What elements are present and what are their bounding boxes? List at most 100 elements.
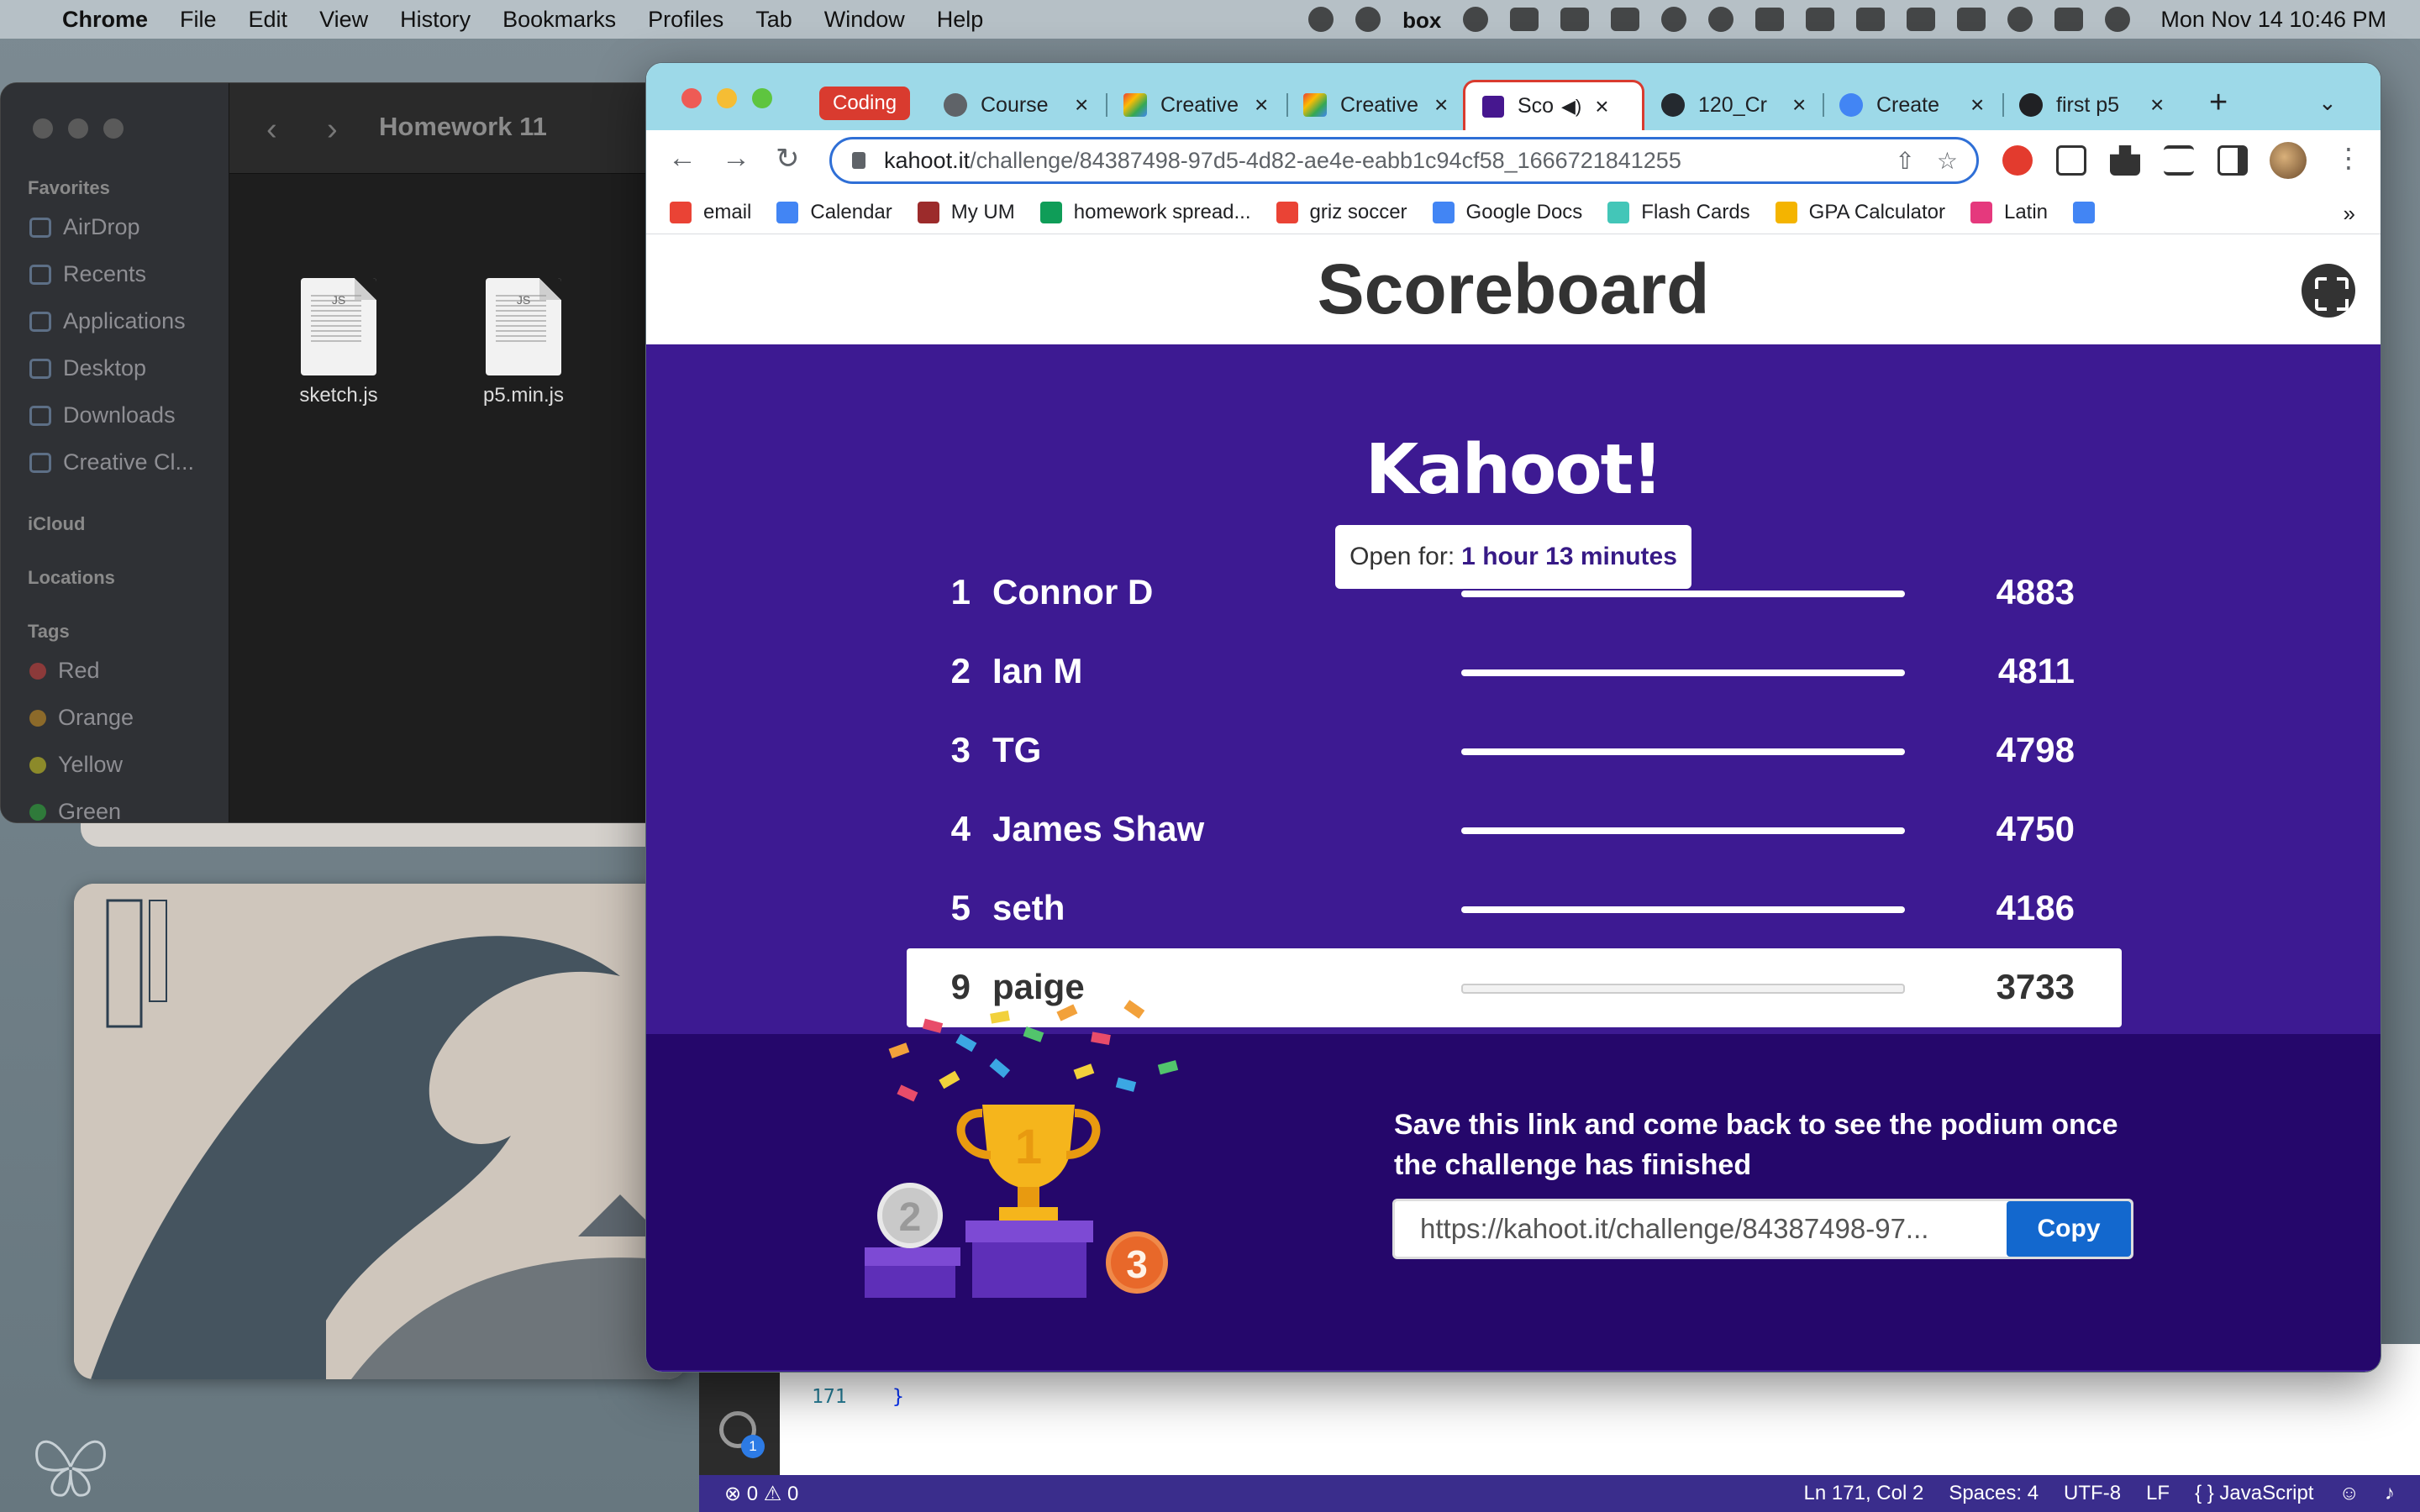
- volume-icon[interactable]: [1806, 8, 1835, 31]
- tab-create[interactable]: Create ×: [1839, 80, 1984, 130]
- close-icon[interactable]: ×: [1792, 92, 1806, 118]
- close-icon[interactable]: [33, 118, 53, 139]
- menu-bookmarks[interactable]: Bookmarks: [502, 7, 616, 33]
- airdrop-icon[interactable]: [1708, 7, 1734, 32]
- menu-app-name[interactable]: Chrome: [62, 7, 148, 33]
- encoding-setting[interactable]: UTF-8: [2064, 1482, 2121, 1505]
- sidebar-item-downloads[interactable]: Downloads: [29, 402, 176, 428]
- sync-icon[interactable]: [1463, 7, 1489, 32]
- close-icon[interactable]: ×: [1255, 92, 1268, 118]
- fullscreen-button[interactable]: [2302, 264, 2355, 318]
- lock-icon[interactable]: [852, 152, 865, 169]
- zoom-window-icon[interactable]: [752, 88, 772, 108]
- tab-first-p5[interactable]: first p5 ×: [2019, 80, 2164, 130]
- close-icon[interactable]: ×: [1595, 93, 1608, 120]
- car-icon[interactable]: [1611, 8, 1640, 31]
- bookmark-homework[interactable]: homework spread...: [1039, 201, 1251, 224]
- tab-course[interactable]: Course ×: [944, 80, 1088, 130]
- tab-group-chip[interactable]: Coding: [819, 87, 911, 120]
- challenge-link-input[interactable]: https://kahoot.it/challenge/84387498-97.…: [1420, 1213, 1991, 1245]
- file-p5-min-js[interactable]: JS p5.min.js: [456, 278, 591, 407]
- menu-profiles[interactable]: Profiles: [648, 7, 723, 33]
- close-icon[interactable]: [681, 88, 702, 108]
- tab-120-cr[interactable]: 120_Cr ×: [1661, 80, 1806, 130]
- menu-history[interactable]: History: [400, 7, 471, 33]
- copy-button[interactable]: Copy: [2007, 1201, 2131, 1257]
- zoom-window-icon[interactable]: [103, 118, 124, 139]
- back-arrow-icon[interactable]: ←: [668, 142, 697, 175]
- close-icon[interactable]: ×: [2150, 92, 2164, 118]
- file-sketch-js[interactable]: JS sketch.js: [271, 278, 406, 407]
- speaker-icon[interactable]: ◀): [1561, 96, 1581, 118]
- play-icon[interactable]: [1661, 7, 1687, 32]
- bookmark-gpa-calculator[interactable]: GPA Calculator: [1775, 201, 1945, 224]
- url-text[interactable]: kahoot.it/challenge/84387498-97d5-4d82-a…: [884, 148, 1895, 174]
- minimize-icon[interactable]: [68, 118, 88, 139]
- menu-view[interactable]: View: [319, 7, 368, 33]
- tab-scoreboard[interactable]: Sco ◀) ×: [1463, 80, 1644, 130]
- close-icon[interactable]: ×: [1434, 92, 1448, 118]
- sidebar-item-recents[interactable]: Recents: [29, 261, 146, 287]
- zoom-icon[interactable]: [1308, 7, 1334, 32]
- side-panel-icon[interactable]: [2217, 145, 2248, 176]
- star-icon[interactable]: ☆: [1937, 147, 1958, 175]
- reload-icon[interactable]: ↻: [776, 142, 800, 176]
- sidebar-item-desktop[interactable]: Desktop: [29, 355, 146, 381]
- more-vert-icon[interactable]: ⋮: [2335, 142, 2362, 174]
- bookmark-calendar[interactable]: Calendar: [776, 201, 892, 224]
- keyboard-icon[interactable]: [1755, 8, 1785, 31]
- bookmark-latin[interactable]: Latin: [1970, 201, 2048, 224]
- bookmark-google-docs[interactable]: Google Docs: [1432, 201, 1582, 224]
- control-center-icon[interactable]: [2054, 8, 2084, 31]
- adblock-icon[interactable]: [2002, 145, 2033, 176]
- forward-chevron-icon[interactable]: ›: [327, 112, 338, 148]
- back-chevron-icon[interactable]: ‹: [266, 112, 277, 148]
- close-icon[interactable]: ×: [1075, 92, 1088, 118]
- problems-indicator[interactable]: ⊗ 0 ⚠ 0: [724, 1482, 798, 1506]
- chevron-down-icon[interactable]: ⌄: [2318, 90, 2337, 116]
- menu-edit[interactable]: Edit: [249, 7, 288, 33]
- cursor-position[interactable]: Ln 171, Col 2: [1804, 1482, 1924, 1505]
- battery-icon[interactable]: [1907, 8, 1936, 31]
- menu-tab[interactable]: Tab: [755, 7, 792, 33]
- bookmark-griz-soccer[interactable]: griz soccer: [1276, 201, 1407, 224]
- shazam-icon[interactable]: [1510, 8, 1539, 31]
- avatar[interactable]: [2270, 142, 2307, 179]
- extensions-icon[interactable]: [2110, 145, 2140, 176]
- menu-window[interactable]: Window: [824, 7, 905, 33]
- creative-cloud-icon[interactable]: [1355, 7, 1381, 32]
- siri-icon[interactable]: [2105, 7, 2131, 32]
- sidebar-tag-green[interactable]: Green: [29, 799, 121, 822]
- menu-help[interactable]: Help: [937, 7, 984, 33]
- indentation-setting[interactable]: Spaces: 4: [1949, 1482, 2039, 1505]
- line-ending-setting[interactable]: LF: [2146, 1482, 2170, 1505]
- code-line[interactable]: }: [892, 1386, 904, 1408]
- sidebar-item-applications[interactable]: Applications: [29, 308, 186, 334]
- great-wave-image[interactable]: [74, 884, 687, 1379]
- bell-icon[interactable]: ♪: [2385, 1482, 2395, 1505]
- bookmark-flash-cards[interactable]: Flash Cards: [1607, 201, 1750, 224]
- screen-mirror-icon[interactable]: [1560, 8, 1590, 31]
- wifi-icon[interactable]: [1957, 8, 1986, 31]
- new-tab-icon[interactable]: +: [2209, 85, 2228, 121]
- bookmark-doc[interactable]: [2073, 201, 2107, 223]
- minimize-icon[interactable]: [717, 88, 737, 108]
- sidebar-item-creative-cloud[interactable]: Creative Cl...: [29, 449, 194, 475]
- bookmark-my-um[interactable]: My UM: [917, 201, 1015, 224]
- more-bookmarks-icon[interactable]: »: [2344, 201, 2355, 227]
- sidebar-tag-orange[interactable]: Orange: [29, 705, 134, 731]
- bluetooth-icon[interactable]: [1856, 8, 1886, 31]
- language-mode[interactable]: { } JavaScript: [2195, 1482, 2313, 1505]
- close-icon[interactable]: ×: [1970, 92, 1984, 118]
- media-control-icon[interactable]: [2164, 145, 2194, 176]
- bookmark-email[interactable]: email: [670, 201, 751, 224]
- sidebar-item-airdrop[interactable]: AirDrop: [29, 214, 140, 240]
- share-icon[interactable]: ⇧: [1895, 147, 1914, 175]
- feedback-icon[interactable]: ☺: [2338, 1482, 2360, 1505]
- menu-file[interactable]: File: [180, 7, 217, 33]
- grid-icon[interactable]: [2056, 145, 2086, 176]
- address-bar[interactable]: kahoot.it/challenge/84387498-97d5-4d82-a…: [829, 137, 1979, 184]
- sidebar-tag-yellow[interactable]: Yellow: [29, 752, 123, 778]
- forward-arrow-icon[interactable]: →: [722, 142, 750, 175]
- search-icon[interactable]: [2007, 7, 2033, 32]
